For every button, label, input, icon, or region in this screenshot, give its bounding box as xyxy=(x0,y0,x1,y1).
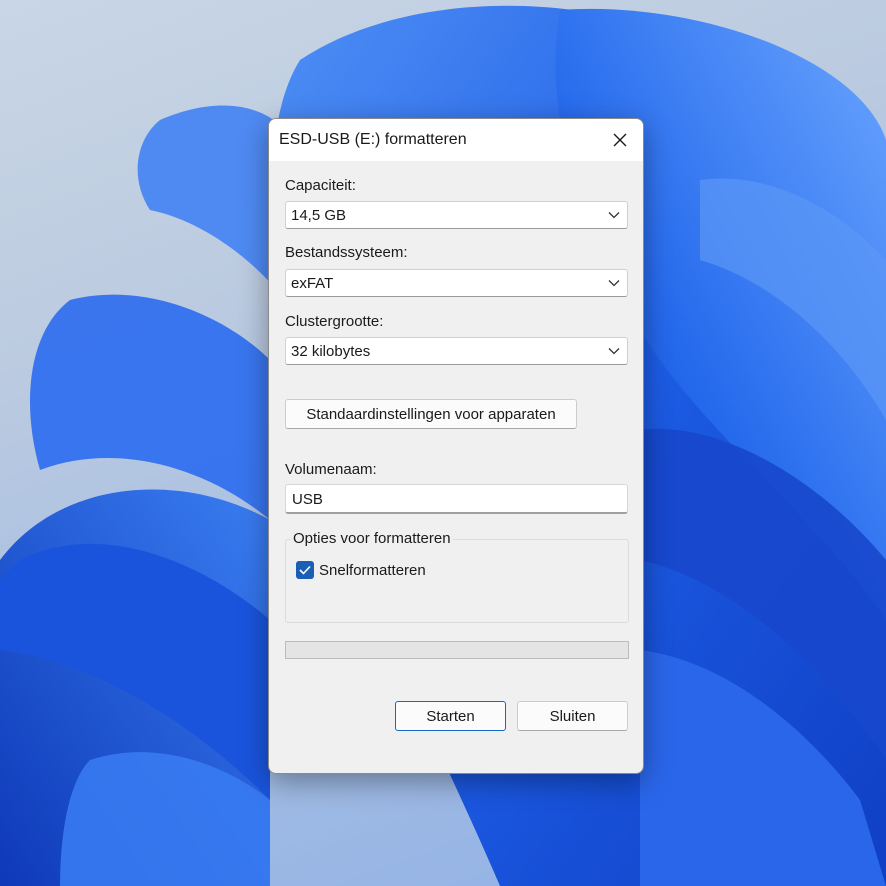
format-progress-bar xyxy=(285,641,629,659)
cluster-select[interactable]: 32 kilobytes xyxy=(285,337,628,365)
format-options-group xyxy=(285,539,629,623)
capacity-select[interactable]: 14,5 GB xyxy=(285,201,628,229)
filesystem-label: Bestandssysteem: xyxy=(285,244,408,261)
start-button[interactable]: Starten xyxy=(395,701,506,731)
volume-name-input[interactable]: USB xyxy=(285,484,628,514)
close-icon xyxy=(613,133,627,147)
checkmark-icon xyxy=(299,565,311,575)
chevron-down-icon xyxy=(608,280,620,287)
title-bar: ESD-USB (E:) formatteren xyxy=(269,119,643,161)
restore-defaults-button[interactable]: Standaardinstellingen voor apparaten xyxy=(285,399,577,429)
volume-label: Volumenaam: xyxy=(285,461,377,478)
format-dialog: ESD-USB (E:) formatteren Capaciteit: 14,… xyxy=(268,118,644,774)
quick-format-label: Snelformatteren xyxy=(319,562,426,579)
chevron-down-icon xyxy=(608,212,620,219)
desktop: ESD-USB (E:) formatteren Capaciteit: 14,… xyxy=(0,0,886,886)
close-button[interactable] xyxy=(597,119,643,161)
cluster-label: Clustergrootte: xyxy=(285,313,384,330)
cluster-value: 32 kilobytes xyxy=(291,343,371,360)
format-options-title: Opties voor formatteren xyxy=(291,530,453,547)
quick-format-checkbox[interactable] xyxy=(296,561,314,579)
filesystem-select[interactable]: exFAT xyxy=(285,269,628,297)
close-dialog-button[interactable]: Sluiten xyxy=(517,701,628,731)
filesystem-value: exFAT xyxy=(291,275,334,292)
capacity-value: 14,5 GB xyxy=(291,207,347,224)
dialog-title: ESD-USB (E:) formatteren xyxy=(279,131,467,148)
capacity-label: Capaciteit: xyxy=(285,177,356,194)
volume-name-value: USB xyxy=(292,491,323,508)
chevron-down-icon xyxy=(608,348,620,355)
